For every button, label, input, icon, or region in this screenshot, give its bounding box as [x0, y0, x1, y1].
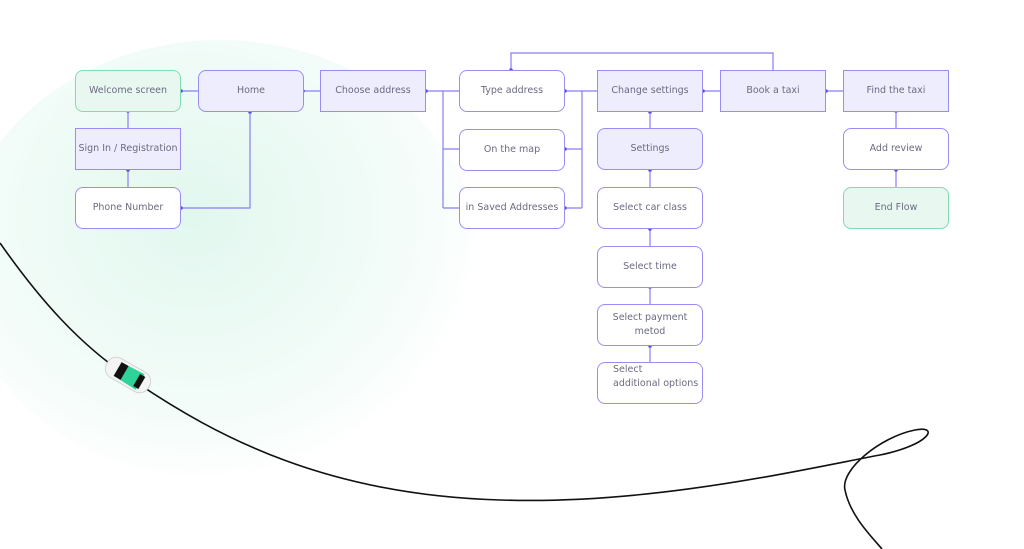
node-settings: Settings	[597, 128, 703, 170]
node-add-review: Add review	[843, 128, 949, 170]
node-book-a-taxi: Book a taxi	[720, 70, 826, 112]
node-on-the-map: On the map	[459, 129, 565, 171]
node-select-car-class: Select car class	[597, 187, 703, 229]
node-end-flow: End Flow	[843, 187, 949, 229]
edge-phone-home	[181, 111, 251, 209]
node-additional-line1: Select	[613, 364, 643, 375]
node-choose-address: Choose address	[320, 70, 426, 112]
car-icon	[104, 356, 152, 394]
node-saved-addresses: in Saved Addresses	[459, 187, 565, 229]
node-change-settings: Change settings	[597, 70, 703, 112]
node-welcome-screen: Welcome screen	[75, 70, 181, 112]
node-home: Home	[198, 70, 304, 112]
node-additional-options: Select additional options	[597, 362, 703, 404]
node-select-time: Select time	[597, 246, 703, 288]
road-curve	[0, 242, 929, 549]
edge-address-merge	[565, 90, 597, 209]
node-select-payment: Select payment metod	[597, 304, 703, 346]
node-additional-line2: additional options	[613, 378, 699, 389]
node-type-address: Type address	[459, 70, 565, 112]
node-phone-number: Phone Number	[75, 187, 181, 229]
edge-type-book-loop	[510, 52, 774, 70]
node-sign-in: Sign In / Registration	[75, 128, 181, 170]
edge-choose-branch	[426, 90, 459, 209]
node-find-the-taxi: Find the taxi	[843, 70, 949, 112]
